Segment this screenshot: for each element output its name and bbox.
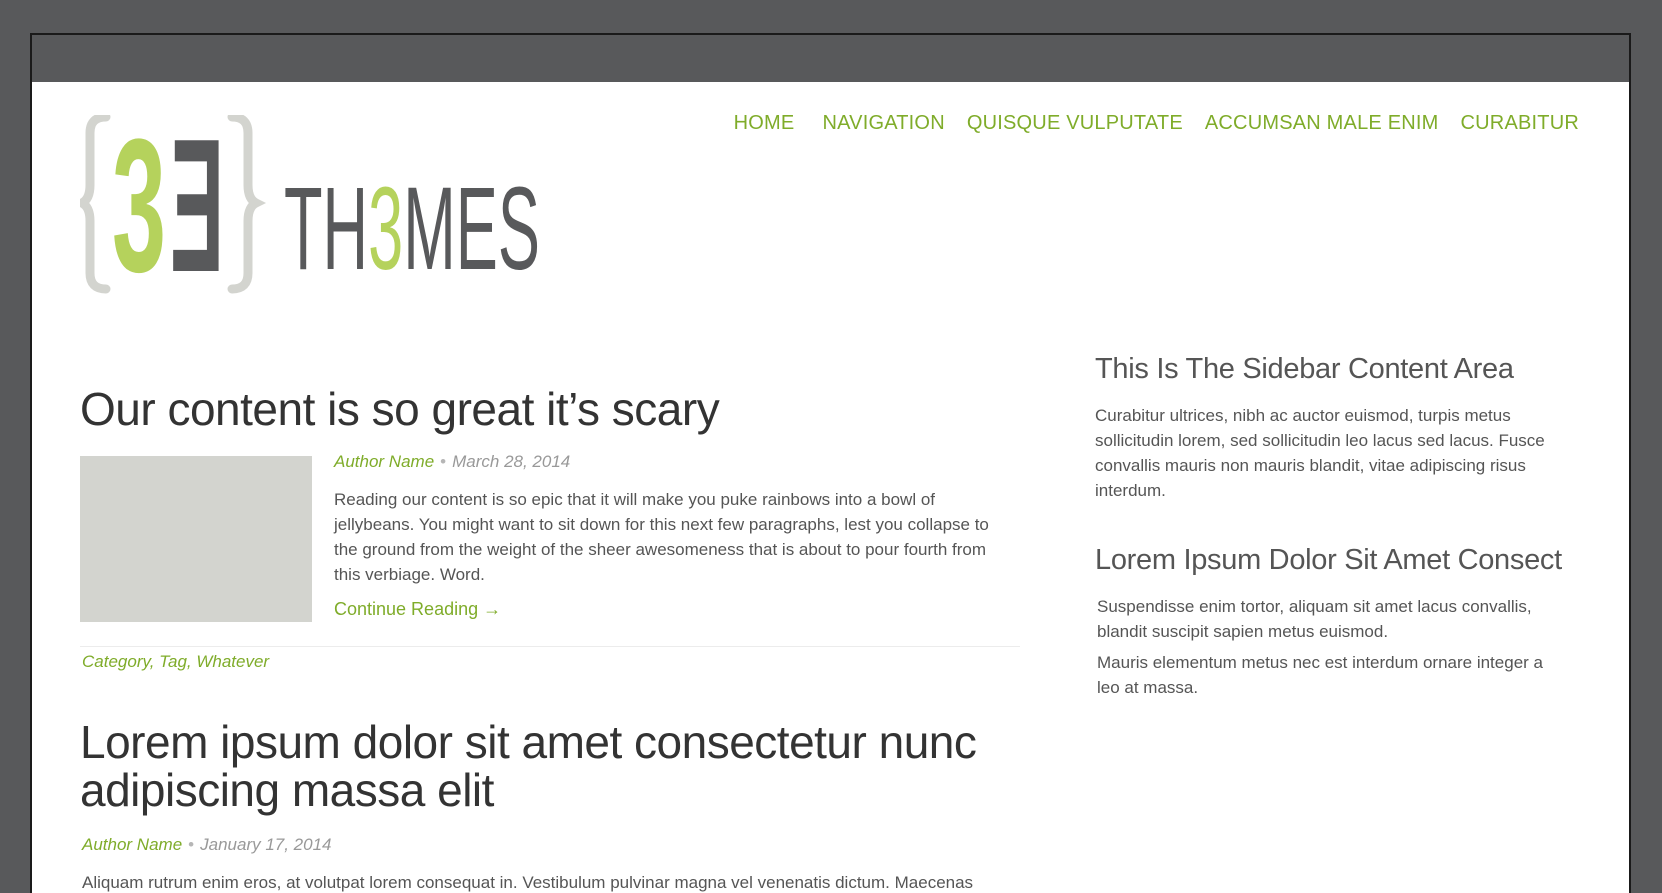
logo-mark-right: E [170, 115, 224, 295]
widget-text: Suspendisse enim tortor, aliquam sit ame… [1097, 597, 1532, 641]
post-divider [80, 646, 1020, 647]
meta-separator: • [440, 452, 447, 471]
nav-navigation[interactable]: NAVIGATION [822, 112, 944, 135]
widget-text: Mauris elementum metus nec est interdum … [1097, 653, 1543, 697]
nav-quisque-vulputate[interactable]: QUISQUE VULPUTATE [967, 112, 1183, 135]
widget-text: Curabitur ultrices, nibh ac auctor euism… [1095, 406, 1545, 500]
post-thumbnail[interactable] [80, 456, 312, 622]
nav-accumsan-male-enim[interactable]: ACCUMSAN MALE ENIM [1205, 112, 1439, 135]
logo-left-brace-icon [80, 115, 111, 294]
post-excerpt: Reading our content is so epic that it w… [334, 490, 989, 584]
logo-wordmark: TH3MES [284, 163, 540, 295]
post-meta: Author Name • January 17, 2014 [82, 835, 332, 855]
meta-separator: • [188, 835, 195, 854]
browser-frame: 3 E TH3MES HOME NAVIGATION QUISQUE VULPU… [30, 33, 1631, 893]
post-meta: Author Name • March 28, 2014 [334, 452, 570, 472]
post-date: January 17, 2014 [200, 835, 332, 854]
widget-title: Lorem Ipsum Dolor Sit Amet Consect [1095, 544, 1562, 576]
post-excerpt: Aliquam rutrum enim eros, at volutpat lo… [82, 873, 974, 892]
continue-reading-link[interactable]: Continue Reading → [334, 599, 501, 620]
post-author[interactable]: Author Name [82, 835, 182, 854]
post-date: March 28, 2014 [452, 452, 571, 471]
site-logo[interactable]: 3 E TH3MES [80, 115, 600, 295]
top-bar [32, 35, 1629, 82]
post-title[interactable]: Our content is so great it’s scary [80, 385, 720, 433]
nav-curabitur[interactable]: CURABITUR [1461, 112, 1579, 135]
logo-mark-left: 3 [112, 115, 166, 295]
post-title[interactable]: Lorem ipsum dolor sit amet consectetur n… [80, 718, 1000, 814]
main-navigation: HOME NAVIGATION QUISQUE VULPUTATE ACCUMS… [734, 112, 1579, 135]
widget-title: This Is The Sidebar Content Area [1095, 353, 1514, 385]
post-tags[interactable]: Category, Tag, Whatever [82, 652, 269, 672]
logo-right-brace-icon [227, 115, 267, 294]
nav-home[interactable]: HOME [734, 112, 795, 135]
post-author[interactable]: Author Name [334, 452, 434, 471]
